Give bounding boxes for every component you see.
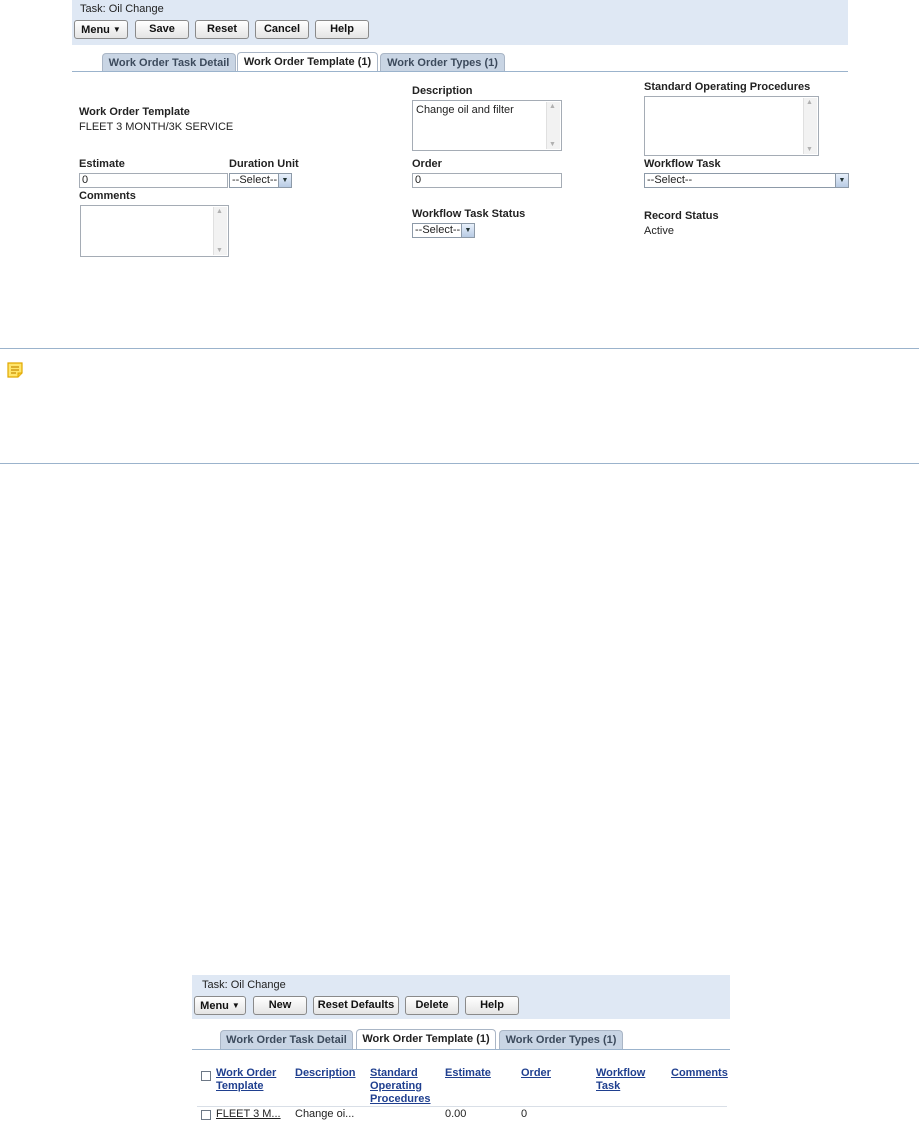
col-header-workflow-task[interactable]: Workflow Task [596,1067,645,1093]
inset-tab-work-order-task-detail[interactable]: Work Order Task Detail [220,1030,353,1049]
sop-textarea[interactable]: ▲ ▼ [644,96,819,156]
workflow-task-label: Workflow Task [644,158,721,170]
col-header-work-order-template[interactable]: Work Order Template [216,1067,276,1093]
col-header-line: Workflow [596,1067,646,1079]
inset-menu-button[interactable]: Menu ▼ [194,996,246,1015]
inset-tab-strip-divider [192,1049,730,1050]
reset-defaults-button[interactable]: Reset Defaults [313,996,399,1015]
workflow-task-status-select[interactable]: --Select-- ▼ [412,223,475,238]
order-field[interactable]: 0 [412,173,562,188]
chevron-down-icon: ▼ [835,174,848,187]
description-scrollbar[interactable]: ▲ ▼ [546,102,560,149]
col-header-line: Standard [370,1067,418,1079]
chevron-down-icon: ▼ [461,224,474,237]
note-icon [7,362,23,378]
delete-button[interactable]: Delete [405,996,459,1015]
scroll-up-icon: ▲ [549,103,556,110]
estimate-field[interactable]: 0 [79,173,228,188]
tab-work-order-template[interactable]: Work Order Template (1) [237,52,378,72]
col-header-sop[interactable]: Standard Operating Procedures [370,1067,431,1106]
reset-button[interactable]: Reset [195,20,249,39]
record-status-label: Record Status [644,210,719,222]
page-title: Task: Oil Change [80,3,164,15]
workflow-task-status-label: Workflow Task Status [412,208,526,220]
comments-textarea[interactable]: ▲ ▼ [80,205,229,257]
menu-button[interactable]: Menu ▼ [74,20,128,39]
description-textarea[interactable]: Change oil and filter ▲ ▼ [412,100,562,151]
duration-unit-select[interactable]: --Select-- ▼ [229,173,292,188]
sop-scrollbar[interactable]: ▲ ▼ [803,98,817,154]
select-all-checkbox[interactable] [201,1071,211,1081]
inset-menu-button-label: Menu [200,1000,229,1012]
scroll-down-icon: ▼ [216,247,223,254]
inset-tab-work-order-types[interactable]: Work Order Types (1) [499,1030,623,1049]
scroll-down-icon: ▼ [549,141,556,148]
tab-work-order-types[interactable]: Work Order Types (1) [380,53,505,72]
col-header-estimate[interactable]: Estimate [445,1067,491,1080]
help-button[interactable]: Help [315,20,369,39]
col-header-line: Operating [370,1080,422,1092]
inset-tab-work-order-template[interactable]: Work Order Template (1) [356,1029,496,1049]
col-header-comments[interactable]: Comments [671,1067,728,1080]
inset-help-button[interactable]: Help [465,996,519,1015]
chevron-down-icon: ▼ [278,174,291,187]
new-button[interactable]: New [253,996,307,1015]
work-order-template-value: FLEET 3 MONTH/3K SERVICE [79,121,234,133]
col-header-line: Template [216,1080,264,1092]
cell-order: 0 [521,1108,528,1120]
duration-unit-value: --Select-- [232,174,278,186]
menu-caret-icon: ▼ [112,25,121,34]
col-header-line: Task [596,1080,621,1092]
work-order-template-label: Work Order Template [79,106,190,118]
tab-strip-divider [72,71,848,72]
cell-work-order-template[interactable]: FLEET 3 M... [216,1108,281,1120]
scroll-up-icon: ▲ [806,99,813,106]
description-text: Change oil and filter [416,104,514,116]
description-label: Description [412,85,473,97]
record-status-value: Active [644,225,674,237]
save-button[interactable]: Save [135,20,189,39]
cell-estimate: 0.00 [445,1108,467,1120]
col-header-description[interactable]: Description [295,1067,356,1080]
row-checkbox[interactable] [201,1110,211,1120]
note-bottom-border [0,463,919,464]
cell-description: Change oi... [295,1108,355,1120]
estimate-label: Estimate [79,158,125,170]
col-header-line: Procedures [370,1093,431,1105]
tab-work-order-task-detail[interactable]: Work Order Task Detail [102,53,236,72]
scroll-down-icon: ▼ [806,146,813,153]
scroll-up-icon: ▲ [216,208,223,215]
menu-caret-icon: ▼ [231,1001,240,1010]
inset-page-title: Task: Oil Change [202,979,286,991]
workflow-task-select[interactable]: --Select-- ▼ [644,173,849,188]
comments-scrollbar[interactable]: ▲ ▼ [213,207,227,255]
table-row[interactable]: FLEET 3 M... Change oi... 0.00 0 [197,1107,727,1121]
menu-button-label: Menu [81,24,110,36]
note-top-border [0,348,919,349]
order-label: Order [412,158,442,170]
cancel-button[interactable]: Cancel [255,20,309,39]
duration-unit-label: Duration Unit [229,158,299,170]
col-header-line: Work Order [216,1067,277,1079]
workflow-task-value: --Select-- [647,174,693,186]
workflow-task-status-value: --Select-- [415,224,461,236]
comments-label: Comments [79,190,136,202]
sop-label: Standard Operating Procedures [644,81,811,93]
col-header-order[interactable]: Order [521,1067,551,1080]
